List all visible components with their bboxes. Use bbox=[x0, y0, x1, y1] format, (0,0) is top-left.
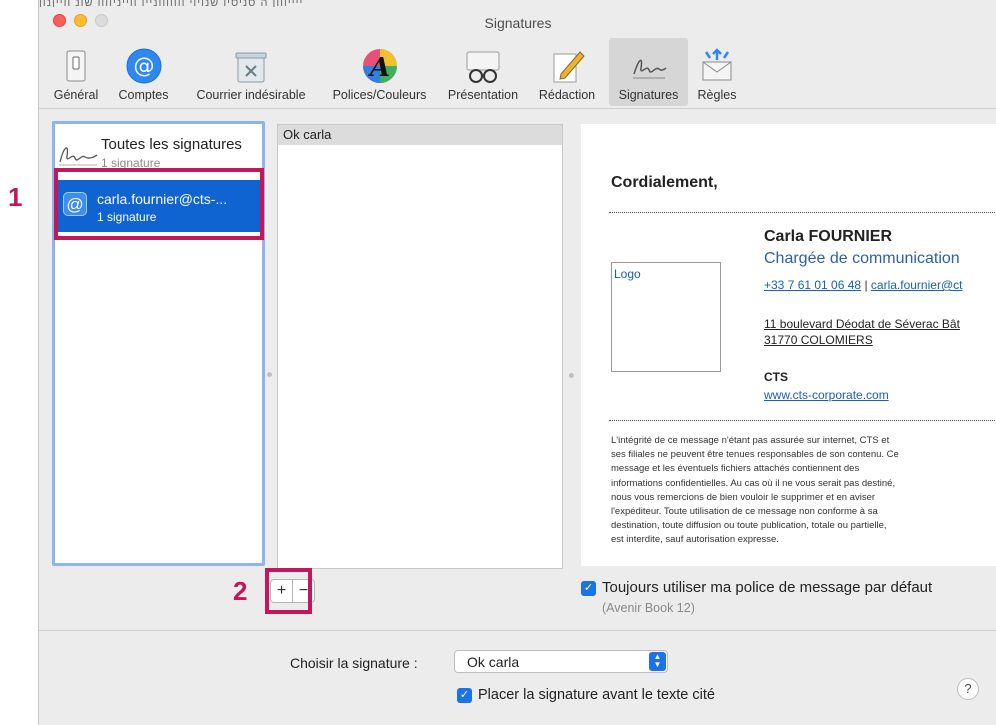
font-colors-icon: A bbox=[362, 49, 397, 83]
place-before-quoted[interactable]: ✓ Placer la signature avant le texte cité bbox=[457, 687, 715, 703]
signature-preview[interactable]: Cordialement, Logo Carla FOURNIER Chargé… bbox=[581, 124, 996, 566]
tab-fonts-colors-label: Polices/Couleurs bbox=[332, 88, 427, 102]
tab-general-label: Général bbox=[53, 88, 99, 102]
account-all-name: Toutes les signatures bbox=[101, 136, 242, 153]
default-font-description: (Avenir Book 12) bbox=[602, 601, 695, 615]
split-handle[interactable] bbox=[267, 372, 272, 377]
tab-composing[interactable]: Rédaction bbox=[529, 38, 605, 106]
svg-text:A: A bbox=[366, 53, 389, 83]
pencil-icon bbox=[553, 51, 585, 83]
preview-name: Carla FOURNIER bbox=[764, 228, 893, 245]
tab-composing-label: Rédaction bbox=[538, 88, 596, 102]
preview-logo: Logo bbox=[611, 262, 721, 372]
place-before-quoted-label: Placer la signature avant le texte cité bbox=[478, 687, 715, 703]
always-default-font[interactable]: ✓ Toujours utiliser ma police de message … bbox=[581, 579, 932, 596]
window-title: Signatures bbox=[484, 15, 552, 31]
account-all-signatures[interactable]: Toutes les signatures 1 signature bbox=[55, 124, 262, 174]
tab-rules[interactable]: Règles bbox=[691, 38, 743, 106]
junk-mail-icon bbox=[235, 52, 267, 83]
preview-contact: +33 7 61 01 06 48 | carla.fournier@ct bbox=[764, 278, 962, 292]
help-button[interactable]: ? bbox=[957, 678, 979, 700]
tab-fonts-colors[interactable]: A Polices/Couleurs bbox=[322, 38, 437, 106]
footer-divider bbox=[39, 630, 996, 631]
switch-icon bbox=[66, 50, 86, 82]
disclaimer-line: l'expéditeur. Toute utilisation de ce me… bbox=[611, 506, 878, 518]
choose-signature-select[interactable]: Ok carla ▲ ▼ bbox=[454, 650, 668, 673]
tab-signatures[interactable]: Signatures bbox=[609, 38, 688, 106]
preview-greeting: Cordialement, bbox=[611, 174, 718, 191]
preferences-window: ייייווון ה סניסיו שנויוי ווווווונייו ווי… bbox=[38, 0, 996, 725]
disclaimer-line: ses filiales ne peuvent être tenues resp… bbox=[611, 449, 899, 461]
preview-website[interactable]: www.cts-corporate.com bbox=[764, 388, 889, 402]
preview-phone[interactable]: +33 7 61 01 06 48 bbox=[764, 278, 861, 292]
title-bar: Signatures bbox=[39, 0, 996, 38]
disclaimer-line: nous vous remercions de bien vouloir le … bbox=[611, 491, 876, 503]
tab-viewing[interactable]: Présentation bbox=[439, 38, 527, 106]
svg-text:@: @ bbox=[133, 54, 154, 78]
preview-divider bbox=[609, 420, 996, 421]
preview-role: Chargée de communication bbox=[764, 250, 960, 267]
tab-accounts[interactable]: @ Comptes bbox=[107, 38, 180, 106]
preview-divider bbox=[609, 212, 996, 213]
preferences-toolbar: Général @ Comptes Courrier indésirable A… bbox=[39, 38, 996, 109]
choose-signature-label: Choisir la signature : bbox=[290, 655, 418, 671]
preview-separator: | bbox=[864, 278, 868, 292]
disclaimer-line: informations confidentielles. Au cas où … bbox=[611, 477, 896, 489]
preview-address-line1: 11 boulevard Déodat de Séverac Bât bbox=[764, 317, 960, 331]
glasses-icon bbox=[466, 51, 500, 83]
rules-icon bbox=[702, 48, 732, 81]
annotation-number-2: 2 bbox=[233, 576, 248, 606]
tab-junk-mail[interactable]: Courrier indésirable bbox=[182, 38, 320, 106]
disclaimer-line: est interdite, sauf autorisation express… bbox=[611, 534, 779, 546]
split-handle[interactable] bbox=[569, 373, 574, 378]
tab-signatures-label: Signatures bbox=[618, 88, 679, 102]
annotation-box-2 bbox=[265, 568, 312, 614]
signatures-list: Ok carla bbox=[277, 124, 563, 569]
at-icon: @ bbox=[126, 48, 161, 84]
preview-email[interactable]: carla.fournier@ct bbox=[871, 278, 963, 292]
tab-rules-label: Règles bbox=[697, 88, 737, 102]
signature-item[interactable]: Ok carla bbox=[278, 125, 562, 145]
preview-disclaimer: L'intégrité de ce message n'étant pas as… bbox=[611, 434, 961, 548]
select-arrows-icon: ▲ ▼ bbox=[649, 652, 666, 671]
tab-viewing-label: Présentation bbox=[447, 88, 519, 102]
always-default-font-checkbox[interactable]: ✓ bbox=[581, 580, 596, 596]
signature-icon bbox=[632, 59, 667, 79]
disclaimer-line: destination, toute diffusion ou toute pu… bbox=[611, 520, 887, 532]
disclaimer-line: message et les éventuels fichiers attach… bbox=[611, 463, 860, 475]
place-before-quoted-checkbox[interactable]: ✓ bbox=[457, 687, 472, 703]
tab-accounts-label: Comptes bbox=[118, 88, 169, 102]
preview-logo-text: Logo bbox=[614, 267, 641, 281]
disclaimer-line: L'intégrité de ce message n'étant pas as… bbox=[611, 435, 890, 446]
annotation-number-1: 1 bbox=[8, 182, 23, 212]
preview-address-line2: 31770 COLOMIERS bbox=[764, 333, 873, 347]
tab-general[interactable]: Général bbox=[47, 38, 105, 106]
annotation-box-1 bbox=[54, 168, 264, 240]
choose-signature-value: Ok carla bbox=[467, 654, 520, 670]
always-default-font-label: Toujours utiliser ma police de message p… bbox=[602, 579, 933, 596]
tab-junk-mail-label: Courrier indésirable bbox=[196, 88, 306, 102]
signature-icon bbox=[59, 147, 98, 166]
preview-company: CTS bbox=[764, 370, 788, 384]
